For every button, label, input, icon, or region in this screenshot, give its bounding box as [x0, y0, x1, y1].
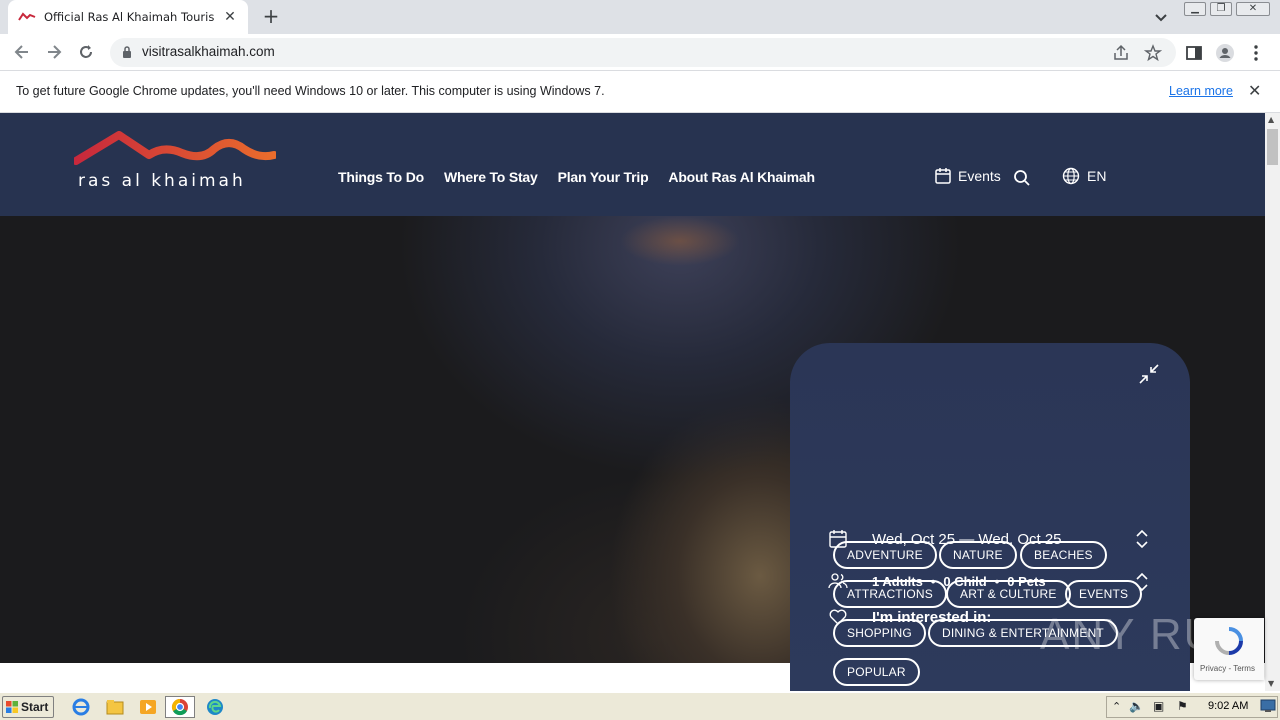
- side-panel-icon[interactable]: [1184, 43, 1204, 63]
- chip-shopping[interactable]: SHOPPING: [833, 619, 926, 647]
- date-stepper-chevrons-icon[interactable]: [1134, 528, 1150, 550]
- search-icon[interactable]: [1013, 169, 1031, 187]
- nav-plan-your-trip[interactable]: Plan Your Trip: [558, 169, 649, 185]
- volume-icon[interactable]: 🔈: [1129, 699, 1144, 713]
- calendar-icon: [935, 168, 951, 184]
- restore-button[interactable]: ❐: [1210, 2, 1232, 16]
- share-icon[interactable]: [1112, 44, 1130, 62]
- edge-icon[interactable]: [204, 697, 226, 717]
- menu-kebab-icon[interactable]: [1246, 43, 1266, 63]
- logo-text: ras al khaimah: [78, 171, 246, 191]
- tray-expand-icon[interactable]: ⌃: [1112, 700, 1121, 713]
- chip-attractions[interactable]: ATTRACTIONS: [833, 580, 947, 608]
- main-nav: Things To Do Where To Stay Plan Your Tri…: [338, 169, 815, 185]
- chip-beaches[interactable]: BEACHES: [1020, 541, 1107, 569]
- internet-explorer-icon[interactable]: [70, 697, 92, 717]
- nav-about[interactable]: About Ras Al Khaimah: [668, 169, 815, 185]
- file-explorer-icon[interactable]: [104, 697, 126, 717]
- chip-popular[interactable]: POPULAR: [833, 658, 920, 686]
- events-link[interactable]: Events: [934, 167, 1001, 185]
- network-icon[interactable]: ▣: [1153, 699, 1164, 713]
- show-desktop-icon[interactable]: [1260, 699, 1276, 713]
- tab-search-chevron-icon[interactable]: [1152, 8, 1170, 26]
- web-page: ras al khaimah Things To Do Where To Sta…: [0, 113, 1265, 691]
- language-code: EN: [1087, 168, 1107, 184]
- windows-taskbar: Start ⌃ 🔈 ▣ ⚑ 9:02 AM: [0, 692, 1280, 720]
- browser-tab[interactable]: Official Ras Al Khaimah Tourism and Vi ✕: [8, 0, 248, 34]
- start-label: Start: [21, 700, 49, 714]
- new-tab-button[interactable]: +: [260, 6, 282, 28]
- windows-logo-icon: [6, 701, 18, 713]
- recaptcha-links[interactable]: Privacy - Terms: [1200, 664, 1255, 673]
- recaptcha-badge[interactable]: Privacy - Terms: [1194, 618, 1264, 680]
- globe-icon: [1062, 167, 1080, 185]
- site-header: ras al khaimah Things To Do Where To Sta…: [0, 113, 1265, 216]
- profile-avatar-icon[interactable]: [1215, 43, 1235, 63]
- url-text[interactable]: visitrasalkhaimah.com: [142, 44, 275, 59]
- forward-arrow-icon[interactable]: [44, 42, 64, 62]
- update-infobar: To get future Google Chrome updates, you…: [0, 71, 1280, 113]
- start-button[interactable]: Start: [2, 696, 54, 718]
- lock-icon[interactable]: [122, 46, 132, 59]
- collapse-arrows-icon[interactable]: [1138, 363, 1160, 385]
- chrome-taskbar-button[interactable]: [165, 696, 195, 718]
- chip-nature[interactable]: NATURE: [939, 541, 1017, 569]
- scroll-up-arrow-icon[interactable]: ▲: [1268, 115, 1274, 124]
- page-scrollbar[interactable]: ▲ ▼: [1265, 113, 1280, 691]
- scroll-down-arrow-icon[interactable]: ▼: [1268, 679, 1274, 688]
- chip-art-culture[interactable]: ART & CULTURE: [946, 580, 1071, 608]
- logo-mountains-icon: [74, 131, 276, 165]
- hero-highlight: [620, 216, 740, 266]
- infobar-message: To get future Google Chrome updates, you…: [16, 84, 605, 98]
- media-player-icon[interactable]: [137, 697, 159, 717]
- back-arrow-icon[interactable]: [12, 42, 32, 62]
- site-logo[interactable]: ras al khaimah: [74, 131, 276, 193]
- chrome-icon: [171, 698, 188, 716]
- address-bar[interactable]: visitrasalkhaimah.com: [110, 38, 1176, 67]
- learn-more-link[interactable]: Learn more: [1169, 84, 1233, 98]
- close-window-button[interactable]: ✕: [1236, 2, 1270, 16]
- reload-icon[interactable]: [76, 42, 96, 62]
- tab-close-icon[interactable]: ✕: [222, 9, 238, 25]
- events-label: Events: [958, 168, 1001, 184]
- action-center-flag-icon[interactable]: ⚑: [1177, 699, 1188, 713]
- bookmark-star-icon[interactable]: [1144, 44, 1162, 62]
- site-favicon-icon: [18, 12, 36, 21]
- browser-toolbar: visitrasalkhaimah.com: [0, 34, 1280, 71]
- tab-strip: Official Ras Al Khaimah Tourism and Vi ✕…: [0, 0, 1280, 34]
- language-selector[interactable]: EN: [1062, 167, 1106, 185]
- nav-where-to-stay[interactable]: Where To Stay: [444, 169, 538, 185]
- infobar-close-icon[interactable]: ✕: [1248, 83, 1261, 99]
- taskbar-clock[interactable]: 9:02 AM: [1208, 700, 1248, 712]
- chip-adventure[interactable]: ADVENTURE: [833, 541, 937, 569]
- nav-things-to-do[interactable]: Things To Do: [338, 169, 424, 185]
- scroll-thumb[interactable]: [1267, 129, 1278, 165]
- recaptcha-icon: [1215, 627, 1243, 655]
- system-tray: ⌃ 🔈 ▣ ⚑: [1106, 696, 1278, 718]
- minimize-button[interactable]: ▁: [1184, 2, 1206, 16]
- tab-title: Official Ras Al Khaimah Tourism and Vi: [44, 10, 214, 24]
- chip-events[interactable]: EVENTS: [1065, 580, 1143, 608]
